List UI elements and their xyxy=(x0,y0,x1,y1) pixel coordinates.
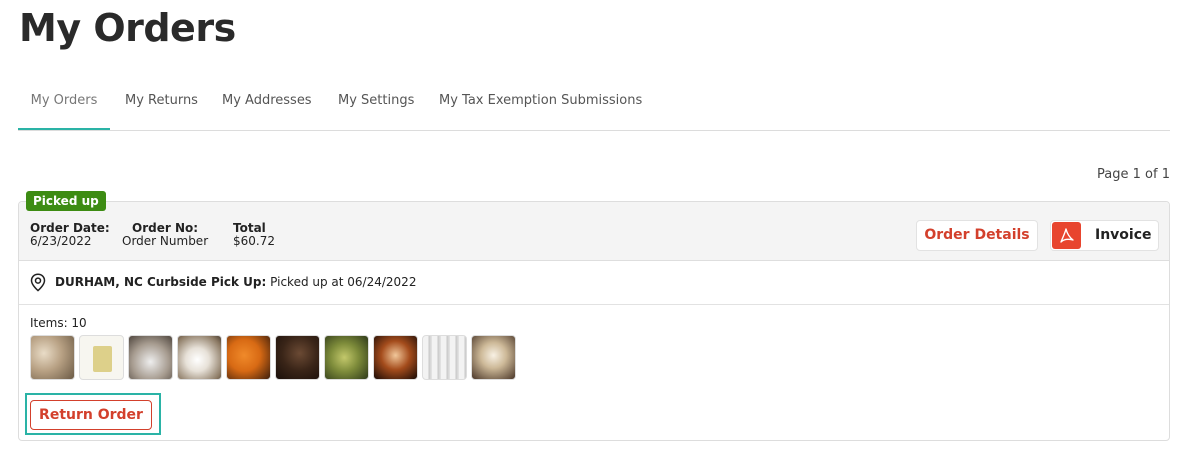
product-thumb-pampas-grass[interactable] xyxy=(30,335,75,380)
product-thumb-marshmallow-mug[interactable] xyxy=(177,335,222,380)
pickup-location: DURHAM, NC Curbside Pick Up: xyxy=(55,275,267,289)
order-details-button[interactable]: Order Details xyxy=(916,220,1038,251)
pickup-text: DURHAM, NC Curbside Pick Up: Picked up a… xyxy=(55,261,416,303)
order-number-value: Order Number xyxy=(122,234,209,248)
order-date-value: 6/23/2022 xyxy=(30,234,92,248)
status-badge: Picked up xyxy=(26,191,106,211)
product-thumb-whipped-cream[interactable] xyxy=(471,335,516,380)
tab-tax-exemption-submissions[interactable]: My Tax Exemption Submissions xyxy=(439,80,642,130)
page-title: My Orders xyxy=(19,6,236,50)
invoice-button[interactable]: Invoice xyxy=(1050,220,1159,251)
order-card: Order Date: 6/23/2022 Order No: Order Nu… xyxy=(18,201,1170,441)
product-thumb-roasted-marshmallows[interactable] xyxy=(373,335,418,380)
pagination-label: Page 1 of 1 xyxy=(1097,167,1170,182)
invoice-label: Invoice xyxy=(1095,227,1152,243)
order-number: Order No: Order Number xyxy=(122,222,208,248)
product-thumb-cotton-branches[interactable] xyxy=(128,335,173,380)
product-thumb-birch-trees[interactable] xyxy=(422,335,467,380)
order-date: Order Date: 6/23/2022 xyxy=(30,222,110,248)
items-count: Items: 10 xyxy=(30,316,87,330)
order-total: Total $60.72 xyxy=(233,222,275,248)
tab-my-orders[interactable]: My Orders xyxy=(18,80,110,130)
product-thumb-yellow-candle[interactable] xyxy=(79,335,124,380)
account-tabs: My Orders My Returns My Addresses My Set… xyxy=(18,80,1170,131)
product-thumb-coffee-beans[interactable] xyxy=(275,335,320,380)
order-header: Order Date: 6/23/2022 Order No: Order Nu… xyxy=(19,202,1169,261)
product-thumb-persimmon[interactable] xyxy=(226,335,271,380)
pickup-status: Picked up at 06/24/2022 xyxy=(270,275,417,289)
map-pin-icon xyxy=(30,273,46,296)
order-total-value: $60.72 xyxy=(233,234,275,248)
pickup-info: DURHAM, NC Curbside Pick Up: Picked up a… xyxy=(19,261,1169,305)
pdf-icon xyxy=(1052,222,1081,249)
product-thumb-pears[interactable] xyxy=(324,335,369,380)
tab-my-returns[interactable]: My Returns xyxy=(125,80,198,130)
return-order-button[interactable]: Return Order xyxy=(30,400,152,430)
tab-my-settings[interactable]: My Settings xyxy=(338,80,414,130)
tab-my-addresses[interactable]: My Addresses xyxy=(222,80,312,130)
